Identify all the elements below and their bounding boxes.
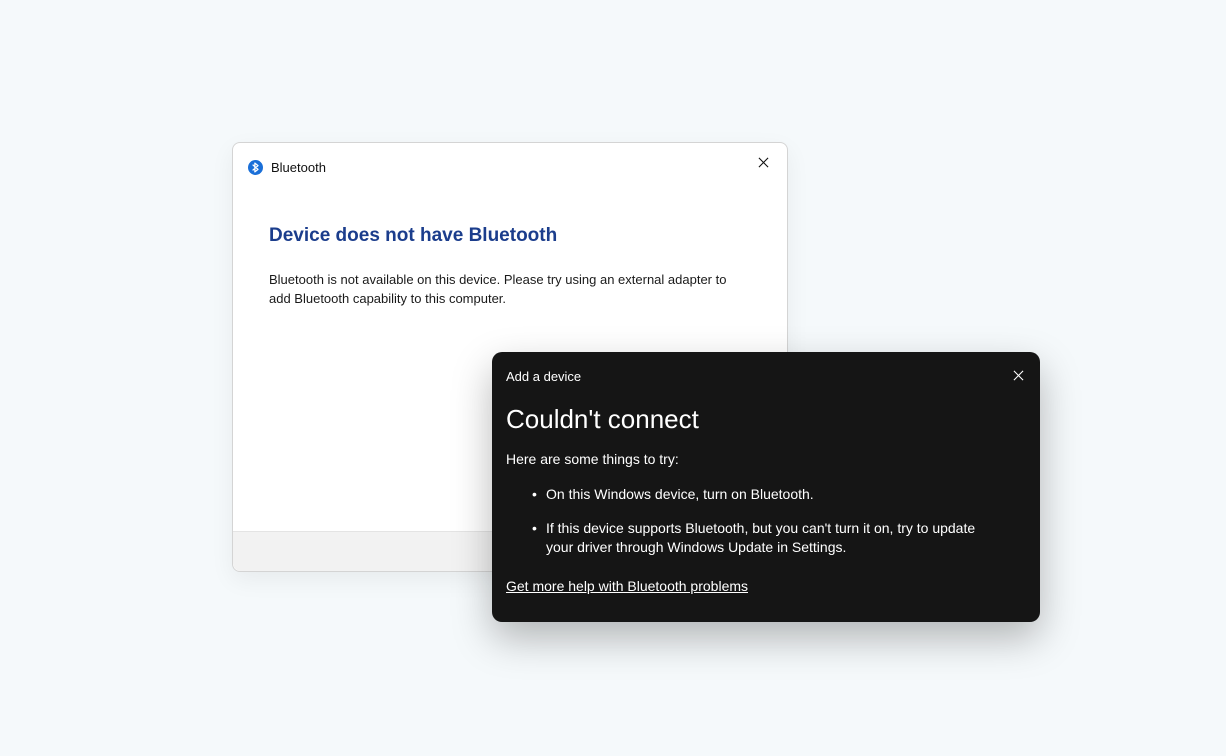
close-icon (758, 156, 769, 171)
bluetooth-help-link[interactable]: Get more help with Bluetooth problems (506, 578, 748, 594)
bluetooth-icon (247, 159, 263, 175)
close-button[interactable] (1004, 362, 1032, 390)
bluetooth-dialog-header: Bluetooth (247, 159, 326, 175)
add-device-dialog: Add a device Couldn't connect Here are s… (492, 352, 1040, 622)
close-icon (1013, 369, 1024, 384)
add-device-header: Add a device (492, 352, 1040, 400)
add-device-title: Add a device (506, 369, 581, 384)
list-item: If this device supports Bluetooth, but y… (546, 519, 1026, 558)
bluetooth-dialog-title: Bluetooth (271, 160, 326, 175)
close-button[interactable] (749, 149, 777, 177)
bluetooth-description: Bluetooth is not available on this devic… (269, 271, 751, 309)
add-device-heading: Couldn't connect (506, 404, 1026, 435)
list-item: On this Windows device, turn on Bluetoot… (546, 485, 1026, 505)
bluetooth-dialog-body: Device does not have Bluetooth Bluetooth… (269, 225, 751, 309)
add-device-body: Couldn't connect Here are some things to… (492, 400, 1040, 596)
add-device-suggestion-list: On this Windows device, turn on Bluetoot… (506, 485, 1026, 558)
add-device-subtitle: Here are some things to try: (506, 451, 1026, 467)
bluetooth-heading: Device does not have Bluetooth (269, 225, 751, 247)
